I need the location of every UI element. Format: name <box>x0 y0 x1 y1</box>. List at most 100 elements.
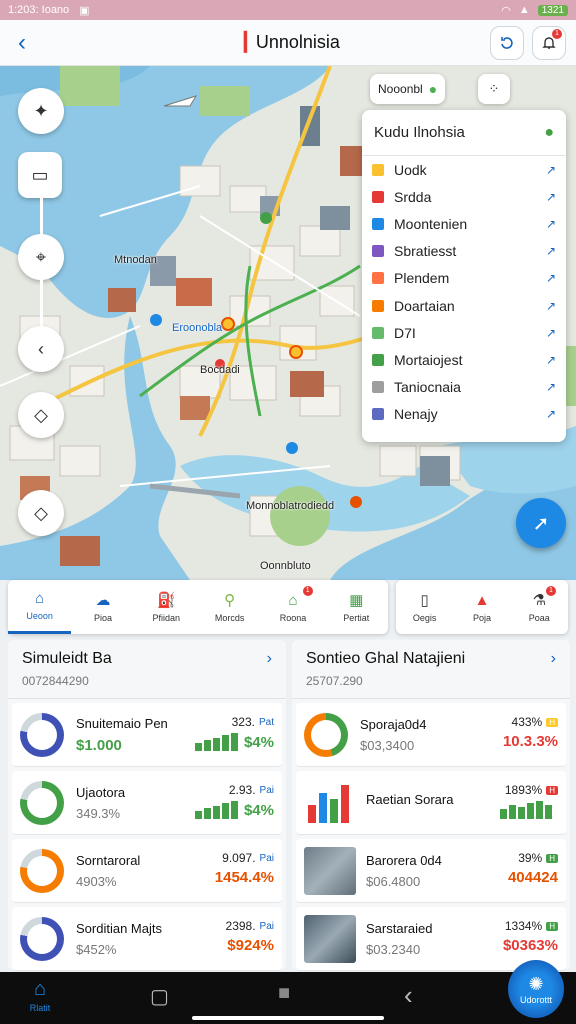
rotate-button[interactable]: ◇ <box>18 392 64 438</box>
stat-name: Sorntaroral <box>76 852 141 868</box>
tab-badge: 1 <box>302 586 313 596</box>
category-item[interactable]: Srdda ↗ <box>362 183 566 210</box>
stats-right-header[interactable]: Sontieo Ghal Natajieni › <box>292 640 570 668</box>
zoom-rail[interactable] <box>40 198 43 238</box>
open-arrow-icon[interactable]: ↗ <box>546 353 556 367</box>
stats-left-header[interactable]: Simuleidt Ba › <box>8 640 286 668</box>
donut-chart-icon <box>20 712 64 757</box>
category-swatch-icon <box>372 190 384 203</box>
map-filter-button[interactable]: ⁘ <box>478 74 510 104</box>
stat-value: 2.93. <box>228 783 256 797</box>
open-arrow-icon[interactable]: ↗ <box>546 217 556 231</box>
collapse-button[interactable]: ‹ <box>18 326 64 372</box>
status-badge: H <box>546 785 558 795</box>
layers-button[interactable]: ▭ <box>18 152 62 198</box>
fuel-icon: ⛽ <box>156 592 176 609</box>
stat-name: Sporaja0d4 <box>360 716 427 732</box>
stat-sub: $03,3400 <box>360 737 415 753</box>
gesture-pill[interactable] <box>192 1016 384 1020</box>
stat-value: 1334% <box>504 919 543 933</box>
sparkline-bars <box>194 733 238 751</box>
map-label-district: Mtnodan <box>114 254 157 266</box>
diamond-icon: ◇ <box>34 502 48 523</box>
stat-card[interactable]: Sorntaroral 4903% 9.097. Pai 1454.4% <box>12 839 282 903</box>
tab-document[interactable]: ▯ Oegis <box>396 580 453 634</box>
tab-badge: 1 <box>545 586 556 596</box>
stat-card[interactable]: Raetian Sorara 1893% H <box>296 771 566 835</box>
tab-home[interactable]: ⌂ Ueoon <box>8 580 72 634</box>
open-arrow-icon[interactable]: ↗ <box>546 163 556 177</box>
category-item[interactable]: Plendem ↗ <box>362 265 566 292</box>
open-arrow-icon[interactable]: ↗ <box>546 244 556 258</box>
stat-unit: Pat <box>258 716 274 728</box>
open-arrow-icon[interactable]: ↗ <box>546 299 556 313</box>
stat-card[interactable]: Snuitemaio Pen $1.000 323. Pat $4% <box>12 703 282 767</box>
open-arrow-icon[interactable]: ↗ <box>546 271 556 285</box>
open-arrow-icon[interactable]: ↗ <box>546 190 556 204</box>
stat-card[interactable]: Barorera 0d4 $06.4800 39% H 404424 <box>296 839 566 903</box>
navigate-fab[interactable]: ➚ <box>516 498 566 548</box>
notifications-button[interactable]: 1 <box>532 26 566 60</box>
tab-grid[interactable]: ▦ Pertiat <box>325 580 388 634</box>
open-arrow-icon[interactable]: ↗ <box>546 380 556 394</box>
category-item[interactable]: Doartaian ↗ <box>362 292 566 319</box>
category-item[interactable]: Uodk ↗ <box>362 156 566 183</box>
stat-unit: Pai <box>259 920 274 932</box>
compass-button[interactable]: ✦ <box>18 88 64 134</box>
category-swatch-icon <box>372 381 384 394</box>
battery-icon: 1321 <box>537 4 568 16</box>
category-label: Moontenien <box>394 215 468 232</box>
category-item[interactable]: Taniocnaia ↗ <box>362 374 566 401</box>
tilt-button[interactable]: ◇ <box>18 490 64 536</box>
category-item[interactable]: Nenajy ↗ <box>362 401 566 428</box>
stat-card[interactable]: Sorditian Majts $452% 2398. Pai $924% <box>12 907 282 971</box>
zoom-rail-lower[interactable] <box>40 280 43 326</box>
stat-card[interactable]: Ujaotora 349.3% 2.93. Pai $4% <box>12 771 282 835</box>
category-swatch-icon <box>372 217 384 230</box>
map-search-chip[interactable]: Nooonbl ● <box>370 74 446 104</box>
open-arrow-icon[interactable]: ↗ <box>546 407 556 421</box>
city-photo-icon <box>304 914 356 963</box>
city-map[interactable]: ✦ ▭ ⌖ ‹ ◇ ◇ Nooonbl ● ⁘ Mtnodan Eroonobl… <box>0 66 576 580</box>
stat-sub: 349.3% <box>76 805 121 821</box>
home-square-button[interactable]: ■ <box>278 982 290 1005</box>
tab-flask[interactable]: ⚗ Poaa 1 <box>511 580 568 634</box>
nav-home-button[interactable]: ⌂ Rlatit <box>20 978 60 1013</box>
system-back-button[interactable]: ‹ <box>404 980 413 1011</box>
tab-building[interactable]: ⌂ Roona 1 <box>261 580 324 634</box>
stat-percent: 1454.4% <box>214 869 274 886</box>
category-item[interactable]: Sbratiesst ↗ <box>362 238 566 265</box>
bar-chart-icon <box>304 778 356 827</box>
category-swatch-icon <box>372 299 384 312</box>
recents-button[interactable]: ▢ <box>150 984 169 1009</box>
open-arrow-icon[interactable]: ↗ <box>546 326 556 340</box>
tab-cloud[interactable]: ☁ Pioa <box>71 580 134 634</box>
cloud-icon: ☁ <box>95 592 111 609</box>
status-badge: H <box>546 921 558 931</box>
sparkline-bars <box>194 801 238 819</box>
category-item[interactable]: Moontenien ↗ <box>362 210 566 237</box>
top-app-bar: ‹ ┃ Unnolnisia 1 <box>0 20 576 66</box>
layers-icon: ▭ <box>31 164 49 185</box>
category-item[interactable]: D7I ↗ <box>362 319 566 346</box>
category-item[interactable]: Mortaiojest ↗ <box>362 346 566 373</box>
assistant-button[interactable]: ✺ Udorottt <box>508 960 564 1018</box>
category-label: Srdda <box>394 188 432 205</box>
back-button[interactable]: ‹ <box>0 21 44 65</box>
tab-car[interactable]: ▲ Poja <box>453 580 510 634</box>
stat-value: 433% <box>511 715 543 729</box>
tab-label: Pfiidan <box>152 613 181 623</box>
mosque-icon <box>304 712 348 757</box>
refresh-button[interactable] <box>490 26 524 60</box>
tab-location[interactable]: ⚲ Morcds <box>198 580 261 634</box>
stat-name: Sarstaraied <box>366 920 433 936</box>
locate-icon: ⌖ <box>35 246 47 267</box>
stat-card[interactable]: Sporaja0d4 $03,3400 433% H 10.3.3% <box>296 703 566 767</box>
location-pin-icon: ● <box>428 81 438 97</box>
tab-label: Morcds <box>214 613 245 623</box>
notification-badge: 1 <box>552 29 562 39</box>
tab-fuel[interactable]: ⛽ Pfiidan <box>135 580 198 634</box>
stat-percent: $924% <box>227 937 274 954</box>
locate-button[interactable]: ⌖ <box>18 234 64 280</box>
stat-name: Ujaotora <box>76 784 126 800</box>
